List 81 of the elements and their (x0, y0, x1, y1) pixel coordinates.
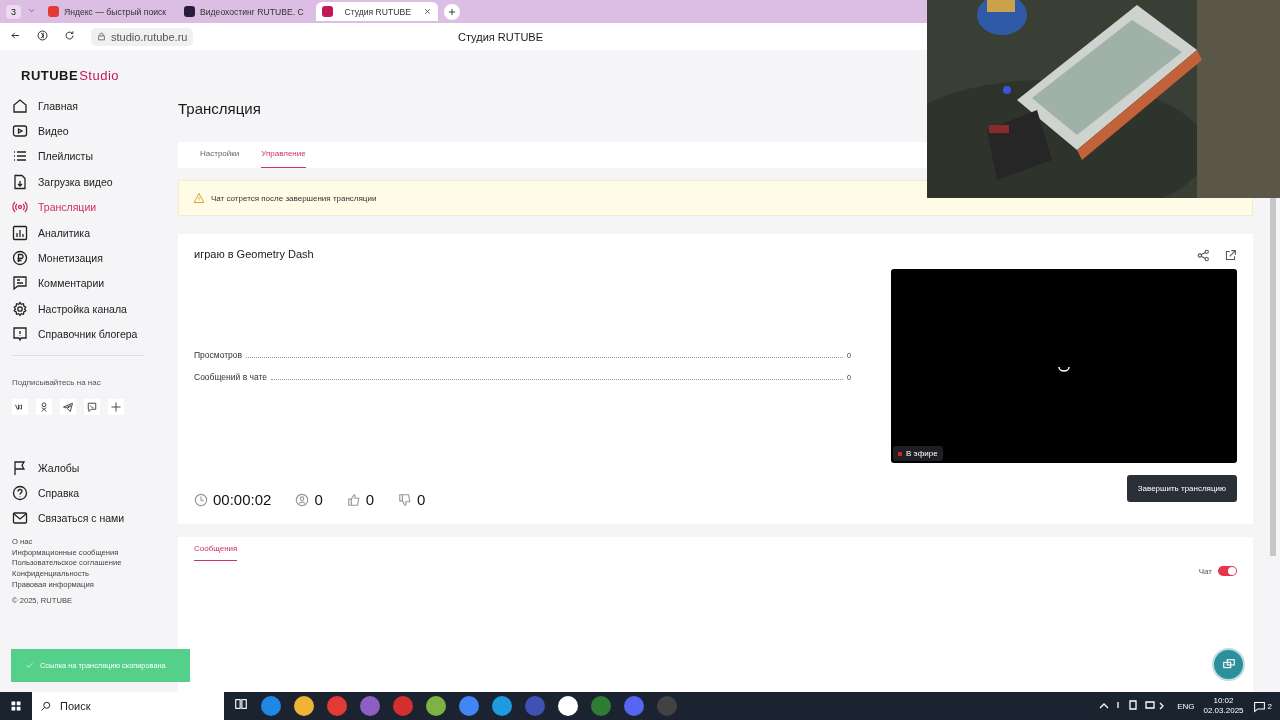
tab[interactable]: Сообщения (194, 516, 238, 561)
clock[interactable]: 10:02 02.03.2025 (1203, 696, 1244, 716)
gear-icon (12, 300, 28, 317)
favicon (48, 6, 59, 17)
flag-icon (12, 459, 28, 476)
nav-item[interactable]: Жалобы (12, 454, 150, 481)
chat-toggle[interactable] (1218, 566, 1237, 576)
nav-item[interactable]: Плейлисты (12, 143, 150, 170)
browser-tab[interactable]: Видеохостинг RUTUBE. С (178, 2, 310, 21)
search-icon (40, 700, 52, 712)
coin-icon (12, 250, 28, 267)
nav-item[interactable]: Загрузка видео (12, 169, 150, 195)
stat-label: Просмотров (194, 350, 243, 360)
url-text: studio.rutube.ru (111, 30, 188, 43)
share-icon (1197, 249, 1210, 262)
notification-icon (1252, 699, 1266, 713)
upload-file-icon (12, 173, 28, 190)
lock-icon (97, 32, 106, 41)
back-icon (10, 30, 21, 41)
address-field[interactable]: studio.rutube.ru (91, 27, 194, 46)
toggle-label: Чат (1198, 566, 1212, 576)
warning-icon (193, 192, 205, 204)
home-icon (12, 97, 28, 114)
video-player[interactable]: В эфире (891, 269, 1237, 463)
nav-item[interactable]: Справочник блогера (12, 321, 150, 347)
viewer-icon (295, 492, 310, 507)
tab[interactable]: Управление (261, 149, 306, 168)
chart-icon (12, 224, 28, 241)
stream-title: играю в Geometry Dash (194, 248, 315, 260)
task-view-icon (234, 697, 248, 711)
nav-item[interactable]: Трансляции (12, 194, 150, 220)
browser-tab[interactable]: Студия RUTUBE (315, 2, 438, 21)
tab-count[interactable]: 3 (6, 4, 21, 19)
reload-icon (64, 30, 75, 41)
favicon (184, 6, 196, 17)
nav-item[interactable]: Монетизация (12, 245, 150, 271)
spinner-icon (1058, 366, 1070, 372)
comment-icon (12, 275, 28, 292)
favicon (321, 6, 333, 17)
app-icon[interactable] (558, 696, 578, 716)
thumbs-up-icon (346, 492, 361, 507)
new-tab-button[interactable] (443, 3, 460, 20)
language[interactable]: ENG (1177, 701, 1195, 711)
nav-item[interactable]: Главная (12, 93, 150, 119)
help-icon (12, 485, 28, 501)
counter-value: 0 (314, 491, 323, 508)
taskbar-search[interactable]: Поиск (32, 692, 224, 720)
end-stream-button[interactable]: Завершить трансляцию (1126, 475, 1237, 502)
nav-item[interactable]: Комментарии (12, 270, 150, 297)
clock-icon (194, 492, 208, 507)
reload-button[interactable] (64, 30, 75, 43)
notifications-button[interactable]: 2 (1252, 699, 1272, 713)
page-title: Студия RUTUBE (458, 31, 544, 43)
nav-item[interactable]: Аналитика (12, 219, 150, 246)
video-icon (12, 123, 28, 140)
info-icon (12, 326, 28, 343)
page-heading: Трансляция (178, 100, 262, 119)
nav-item[interactable]: Справка (12, 480, 150, 506)
stat-label: Сообщений в чате (194, 372, 267, 382)
follow-label: Подписывайтесь на нас (12, 377, 102, 387)
external-link-icon (1224, 249, 1237, 262)
app-icon[interactable] (294, 696, 314, 716)
warning-text: Чат сотрется после завершения трансляции (211, 193, 377, 203)
close-icon (422, 7, 432, 16)
nav-item[interactable]: Настройка канала (12, 296, 150, 322)
app-icon[interactable] (426, 696, 446, 716)
mail-icon (12, 510, 28, 527)
windows-icon (10, 700, 22, 712)
live-badge: В эфире (893, 446, 943, 461)
browser-tab[interactable]: Яндекс — быстрый поиск (42, 2, 173, 21)
plus-icon (446, 6, 457, 17)
check-icon (25, 661, 34, 670)
counter-value: 0 (417, 491, 426, 508)
tab[interactable]: Настройки (200, 149, 240, 168)
counter-value: 0 (365, 491, 375, 508)
chevron-icon (27, 6, 36, 15)
thumbs-down-icon (398, 492, 413, 507)
counter-value: 00:00:02 (213, 491, 272, 508)
nav-item[interactable]: Видео (12, 118, 150, 144)
logo[interactable]: RUTUBEStudio (21, 68, 150, 83)
nav-item[interactable]: Связаться с нами (12, 505, 150, 532)
